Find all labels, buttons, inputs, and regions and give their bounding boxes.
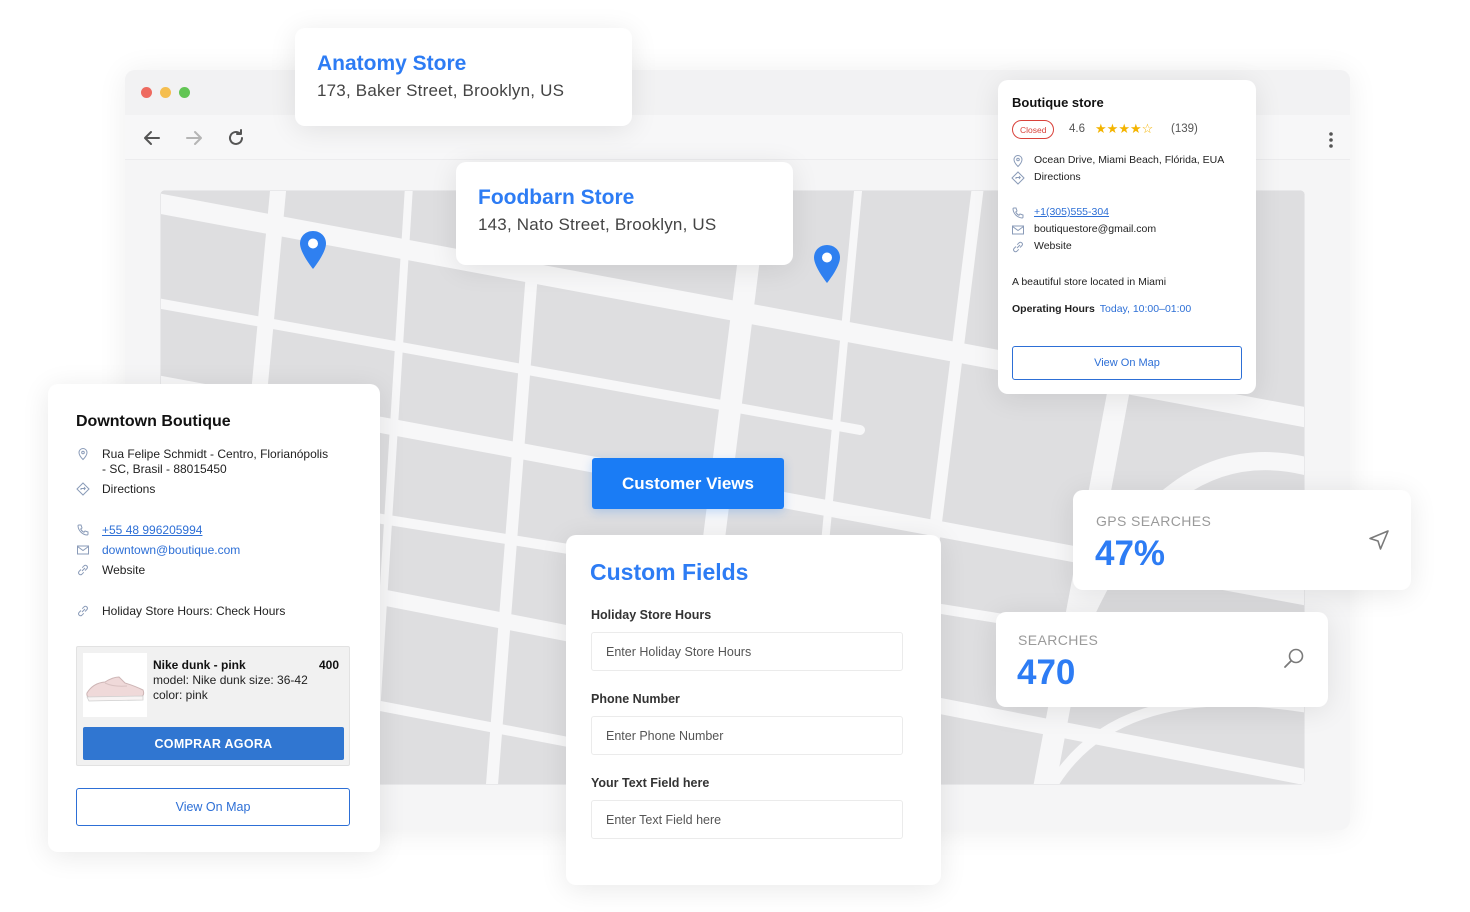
address-row: Rua Felipe Schmidt - Centro, Florianópol… [76, 447, 328, 477]
phone-row: +1(305)555-304 [1011, 206, 1109, 220]
address-row: Ocean Drive, Miami Beach, Flórida, EUA [1011, 154, 1224, 168]
directions-link[interactable]: Directions [1034, 171, 1081, 183]
phone-link[interactable]: +1(305)555-304 [1034, 206, 1109, 218]
website-link[interactable]: Website [1034, 240, 1072, 252]
rating-value: 4.6 [1069, 123, 1085, 135]
searches-card: SEARCHES 470 [996, 612, 1328, 707]
store-name: Foodbarn Store [478, 186, 635, 209]
star-icon: ★ [1095, 121, 1107, 136]
product-name: Nike dunk - pink [153, 658, 246, 672]
hours-value: Today, 10:00–01:00 [1099, 303, 1192, 315]
location-pin-icon [1013, 154, 1023, 168]
maximize-window-dot[interactable] [179, 87, 190, 98]
sneaker-icon [86, 676, 145, 702]
phone-icon [1012, 207, 1024, 219]
store-address: 173, Baker Street, Brooklyn, US [317, 81, 565, 100]
product-box: Nike dunk - pink 400 model: Nike dunk si… [76, 646, 350, 766]
address-line-2: - SC, Brasil - 88015450 [102, 462, 227, 476]
customer-views-button[interactable]: Customer Views [592, 458, 784, 509]
field-label: Holiday Store Hours [591, 608, 712, 622]
directions-link[interactable]: Directions [102, 482, 155, 496]
operating-hours: Operating Hours Today, 10:00–01:00 [1012, 303, 1191, 315]
product-price: 400 [318, 658, 339, 672]
phone-icon [77, 524, 89, 536]
custom-fields-title: Custom Fields [590, 559, 749, 585]
star-rating: ★★★★☆ [1095, 121, 1153, 137]
text-field-input[interactable]: Enter Text Field here [591, 800, 903, 839]
stat-value: 47% [1095, 534, 1166, 573]
search-icon [1284, 648, 1304, 668]
map-pin-icon[interactable] [812, 244, 842, 284]
kebab-menu-icon[interactable] [1328, 131, 1334, 149]
email-row: boutiquestore@gmail.com [1011, 223, 1156, 237]
field-label: Phone Number [591, 692, 680, 706]
link-icon [78, 564, 88, 576]
hours-label: Operating Hours [1012, 303, 1095, 315]
address-line-1: Rua Felipe Schmidt - Centro, Florianópol… [102, 447, 329, 461]
product-model: model: Nike dunk size: 36-42 [153, 673, 308, 687]
email-text[interactable]: boutiquestore@gmail.com [1034, 223, 1156, 235]
arrow-right-icon[interactable] [181, 125, 207, 151]
link-icon [1013, 241, 1023, 253]
phone-row: +55 48 996205994 [76, 523, 202, 537]
star-icon: ★ [1118, 121, 1130, 136]
phone-link[interactable]: +55 48 996205994 [102, 523, 202, 537]
directions-icon [1011, 171, 1025, 185]
website-row: Website [1011, 240, 1072, 254]
product-image [83, 653, 147, 717]
star-icon: ★ [1106, 121, 1119, 136]
address-text: Ocean Drive, Miami Beach, Flórida, EUA [1034, 154, 1225, 166]
email-row: downtown@boutique.com [76, 543, 240, 557]
view-on-map-button[interactable]: View On Map [1012, 346, 1242, 380]
directions-icon [76, 482, 90, 496]
website-link[interactable]: Website [102, 563, 145, 577]
stat-label: SEARCHES [1018, 632, 1099, 648]
boutique-store-card: Boutique store Closed 4.6 ★★★★☆ (139) Oc… [998, 80, 1256, 394]
anatomy-store-card[interactable]: Anatomy Store 173, Baker Street, Brookly… [295, 28, 632, 126]
email-link[interactable]: downtown@boutique.com [102, 543, 240, 557]
holiday-hours-text[interactable]: Holiday Store Hours: Check Hours [102, 604, 285, 618]
mail-icon [1012, 225, 1024, 235]
status-badge: Closed [1012, 120, 1055, 139]
star-icon: ★ [1129, 121, 1142, 136]
view-on-map-button[interactable]: View On Map [76, 788, 350, 826]
stat-label: GPS SEARCHES [1096, 513, 1212, 529]
holiday-hours-input[interactable]: Enter Holiday Store Hours [591, 632, 903, 671]
foodbarn-store-card[interactable]: Foodbarn Store 143, Nato Street, Brookly… [456, 162, 793, 265]
field-label: Your Text Field here [591, 776, 710, 790]
review-count: (139) [1171, 123, 1198, 135]
navigation-arrow-icon [1369, 530, 1389, 550]
location-pin-icon [78, 447, 88, 461]
reload-icon[interactable] [223, 125, 249, 151]
gps-searches-card: GPS SEARCHES 47% [1073, 490, 1411, 590]
downtown-boutique-card: Downtown Boutique Rua Felipe Schmidt - C… [48, 384, 380, 852]
star-outline-icon: ☆ [1141, 121, 1154, 136]
arrow-left-icon[interactable] [139, 125, 165, 151]
minimize-window-dot[interactable] [160, 87, 171, 98]
map-pin-icon[interactable] [298, 230, 328, 270]
directions-row[interactable]: Directions [1011, 171, 1081, 185]
directions-row[interactable]: Directions [76, 482, 155, 496]
mail-icon [77, 545, 89, 555]
product-color: color: pink [153, 688, 208, 702]
store-name: Anatomy Store [317, 52, 467, 75]
store-name: Boutique store [1012, 95, 1104, 110]
custom-fields-card: Custom Fields Holiday Store Hours Enter … [566, 535, 941, 885]
close-window-dot[interactable] [141, 87, 152, 98]
link-icon [78, 605, 88, 617]
store-address: 143, Nato Street, Brooklyn, US [478, 215, 717, 234]
holiday-hours-row: Holiday Store Hours: Check Hours [76, 604, 285, 618]
store-description: A beautiful store located in Miami [1012, 276, 1167, 288]
website-row: Website [76, 563, 145, 577]
phone-number-input[interactable]: Enter Phone Number [591, 716, 903, 755]
stage: Anatomy Store 173, Baker Street, Brookly… [0, 0, 1470, 912]
buy-now-button[interactable]: COMPRAR AGORA [83, 727, 344, 760]
stat-value: 470 [1017, 653, 1076, 692]
store-name: Downtown Boutique [76, 413, 231, 430]
